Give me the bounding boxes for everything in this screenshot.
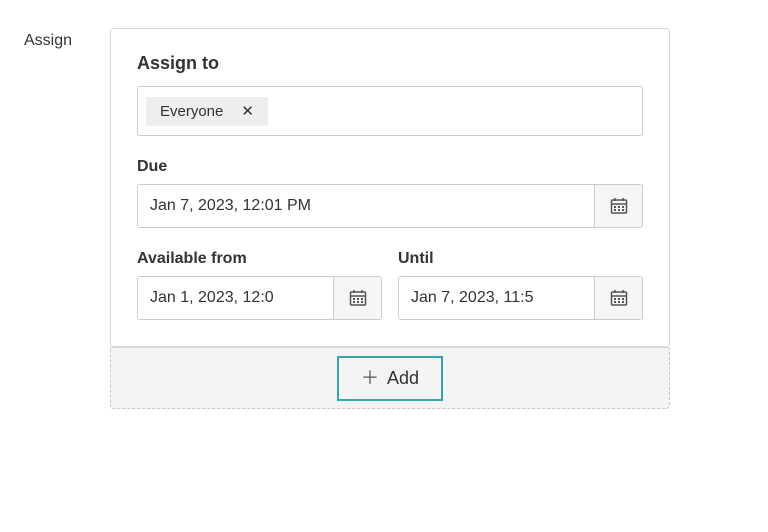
assign-to-input[interactable]: Everyone ✕ [137,86,643,136]
until-input[interactable] [399,277,594,319]
plus-icon: ＋ [361,369,379,387]
add-button[interactable]: ＋ Add [337,356,443,401]
add-button-label: Add [387,368,419,389]
until-field [398,276,643,320]
until-calendar-button[interactable] [594,277,642,319]
add-bar: ＋ Add [110,347,670,409]
remove-token-icon[interactable]: ✕ [241,104,254,119]
due-label: Due [137,158,643,176]
assign-card: Assign to Everyone ✕ Due [110,28,670,347]
assign-to-token: Everyone ✕ [146,97,268,126]
assign-to-token-label: Everyone [160,103,223,120]
due-field [137,184,643,228]
due-calendar-button[interactable] [594,185,642,227]
assign-to-label: Assign to [137,53,643,74]
available-from-field [137,276,382,320]
available-from-input[interactable] [138,277,333,319]
assign-card-wrap: Assign to Everyone ✕ Due [110,28,670,409]
calendar-icon [609,288,629,308]
until-label: Until [398,250,643,268]
available-from-label: Available from [137,250,382,268]
calendar-icon [609,196,629,216]
calendar-icon [348,288,368,308]
section-label: Assign [24,28,110,409]
due-input[interactable] [138,185,594,227]
available-from-calendar-button[interactable] [333,277,381,319]
